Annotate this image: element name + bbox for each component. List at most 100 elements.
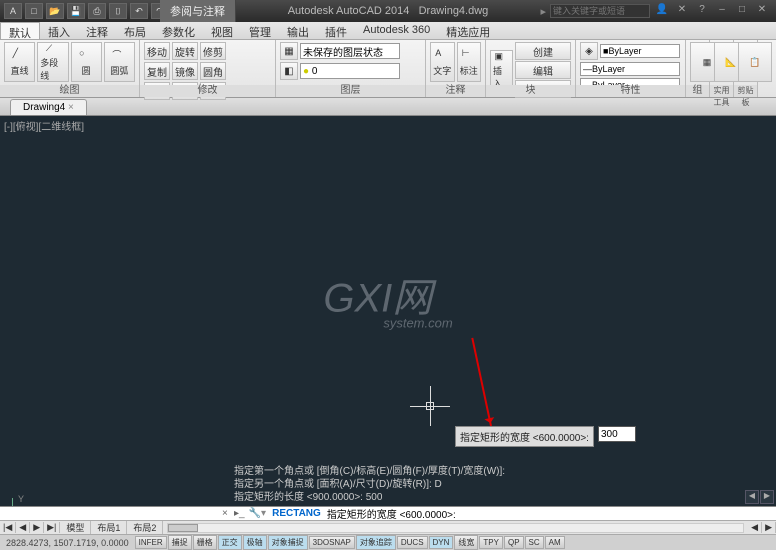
dynamic-input-field[interactable] <box>598 426 636 442</box>
sb-qp[interactable]: QP <box>504 536 524 549</box>
viewport-label[interactable]: [-][俯视][二维线框] <box>4 118 84 133</box>
save-icon[interactable]: 💾 <box>67 3 85 19</box>
app-menu-button[interactable]: A <box>4 3 22 19</box>
fillet-button[interactable]: 圆角 <box>200 62 226 80</box>
panel-label[interactable]: 实用工具 <box>710 85 733 97</box>
edit-block-button[interactable]: 编辑 <box>515 61 571 79</box>
signin-icon[interactable]: 👤 <box>654 4 670 18</box>
sb-infer[interactable]: INFER <box>135 536 167 549</box>
tab-annotate[interactable]: 注释 <box>78 22 116 39</box>
sb-otrack[interactable]: 对象追踪 <box>356 535 396 550</box>
drawing-area[interactable]: [-][俯视][二维线框] GXI网 system.com 指定矩形的宽度 <6… <box>0 116 776 506</box>
plot-icon[interactable]: ⌷ <box>109 3 127 19</box>
layer-props-button[interactable]: ◧ <box>280 62 298 80</box>
dimension-button[interactable]: ⊢标注 <box>457 42 482 82</box>
command-line[interactable]: × ▸_ 🔧▾ RECTANG 指定矩形的宽度 <600.0000>: <box>0 506 776 520</box>
combo-value: 0 <box>312 66 318 77</box>
sb-polar[interactable]: 极轴 <box>243 535 267 550</box>
tab-parametric[interactable]: 参数化 <box>154 22 203 39</box>
minimize-icon[interactable]: – <box>714 4 730 18</box>
contextual-tab[interactable]: 参阅与注释 <box>160 0 236 22</box>
layout-prev-icon[interactable]: ◀ <box>16 522 30 533</box>
nav-left-icon[interactable]: ◀ <box>745 490 759 504</box>
text-button[interactable]: A文字 <box>430 42 455 82</box>
tab-featured[interactable]: 精选应用 <box>438 22 498 39</box>
tab-a360[interactable]: Autodesk 360 <box>355 22 438 39</box>
tab-manage[interactable]: 管理 <box>241 22 279 39</box>
file-tab[interactable]: Drawing4 × <box>10 99 87 115</box>
polyline-button[interactable]: ⟋多段线 <box>37 42 68 82</box>
info-icon[interactable]: ▸ <box>540 5 546 18</box>
layout2-tab[interactable]: 布局2 <box>127 521 163 534</box>
trim-button[interactable]: 修剪 <box>200 42 226 60</box>
match-props-button[interactable]: ◈ <box>580 42 598 60</box>
exchange-icon[interactable]: ✕ <box>674 4 690 18</box>
hscroll-right-icon[interactable]: ▶ <box>762 522 776 533</box>
panel-label[interactable]: 组 <box>686 85 709 97</box>
create-block-button[interactable]: 创建 <box>515 42 571 60</box>
panel-label[interactable]: 注释 <box>426 85 485 97</box>
sb-grid[interactable]: 栅格 <box>193 535 217 550</box>
close-tab-icon[interactable]: × <box>68 102 74 113</box>
rotate-button[interactable]: 旋转 <box>172 42 198 60</box>
close-icon[interactable]: ✕ <box>754 4 770 18</box>
undo-icon[interactable]: ↶ <box>130 3 148 19</box>
sb-3dosnap[interactable]: 3DOSNAP <box>309 536 355 549</box>
panel-label[interactable]: 修改 <box>140 85 275 97</box>
model-tab[interactable]: 模型 <box>60 521 91 534</box>
tab-plugins[interactable]: 插件 <box>317 22 355 39</box>
panel-label[interactable]: 绘图 <box>0 85 139 97</box>
layout-last-icon[interactable]: ▶| <box>44 522 60 533</box>
tab-output[interactable]: 输出 <box>279 22 317 39</box>
cmdline-close-icon[interactable]: × <box>222 508 228 519</box>
mirror-button[interactable]: 镜像 <box>172 62 198 80</box>
help-search-input[interactable] <box>550 4 650 18</box>
layout-first-icon[interactable]: |◀ <box>0 522 16 533</box>
layer-icon[interactable]: ▦ <box>280 42 298 60</box>
layout1-tab[interactable]: 布局1 <box>91 521 127 534</box>
new-icon[interactable]: □ <box>25 3 43 19</box>
tab-layout[interactable]: 布局 <box>116 22 154 39</box>
maximize-icon[interactable]: □ <box>734 4 750 18</box>
sb-snap[interactable]: 捕捉 <box>168 535 192 550</box>
color-combo[interactable]: ■ ByLayer <box>600 44 680 58</box>
hscroll-thumb[interactable] <box>168 524 198 532</box>
sb-lwt[interactable]: 线宽 <box>454 535 478 550</box>
help-icon[interactable]: ? <box>694 4 710 18</box>
layer-state-combo[interactable]: 未保存的图层状态 <box>300 43 400 59</box>
hscroll-left-icon[interactable]: ◀ <box>748 522 762 533</box>
sb-osnap[interactable]: 对象捕捉 <box>268 535 308 550</box>
insert-button[interactable]: ▣插入 <box>490 50 513 90</box>
saveas-icon[interactable]: ⎙ <box>88 3 106 19</box>
sb-sc[interactable]: SC <box>525 536 544 549</box>
tab-insert[interactable]: 插入 <box>40 22 78 39</box>
lineweight-combo[interactable]: — ByLayer <box>580 62 680 76</box>
tab-default[interactable]: 默认 <box>0 22 40 39</box>
sb-dyn[interactable]: DYN <box>429 536 454 549</box>
copy-button[interactable]: 复制 <box>144 62 170 80</box>
hscroll-track[interactable] <box>167 523 744 533</box>
circle-button[interactable]: ○圆 <box>71 42 102 82</box>
sb-ortho[interactable]: 正交 <box>218 535 242 550</box>
dynamic-prompt-label: 指定矩形的宽度 <600.0000>: <box>455 426 594 447</box>
move-button[interactable]: 移动 <box>144 42 170 60</box>
nav-right-icon[interactable]: ▶ <box>760 490 774 504</box>
layout-next-icon[interactable]: ▶ <box>30 522 44 533</box>
panel-label[interactable]: 剪贴板 <box>734 85 757 97</box>
btn-label: 标注 <box>460 64 478 77</box>
layer-combo[interactable]: ● 0 <box>300 63 400 79</box>
quick-access-toolbar: A □ 📂 💾 ⎙ ⌷ ↶ ↷ <box>0 3 173 19</box>
sb-tpy[interactable]: TPY <box>479 536 503 549</box>
panel-label[interactable]: 块 <box>486 85 575 97</box>
sb-ducs[interactable]: DUCS <box>397 536 428 549</box>
line-button[interactable]: ╱直线 <box>4 42 35 82</box>
panel-label[interactable]: 图层 <box>276 85 425 97</box>
paste-button[interactable]: 📋 <box>738 42 772 82</box>
sb-am[interactable]: AM <box>545 536 565 549</box>
filetab-label: Drawing4 <box>23 102 65 113</box>
panel-label[interactable]: 特性 <box>576 85 685 97</box>
open-icon[interactable]: 📂 <box>46 3 64 19</box>
tab-view[interactable]: 视图 <box>203 22 241 39</box>
coordinates[interactable]: 2828.4273, 1507.1719, 0.0000 <box>0 538 135 548</box>
arc-button[interactable]: ⌒圆弧 <box>104 42 135 82</box>
